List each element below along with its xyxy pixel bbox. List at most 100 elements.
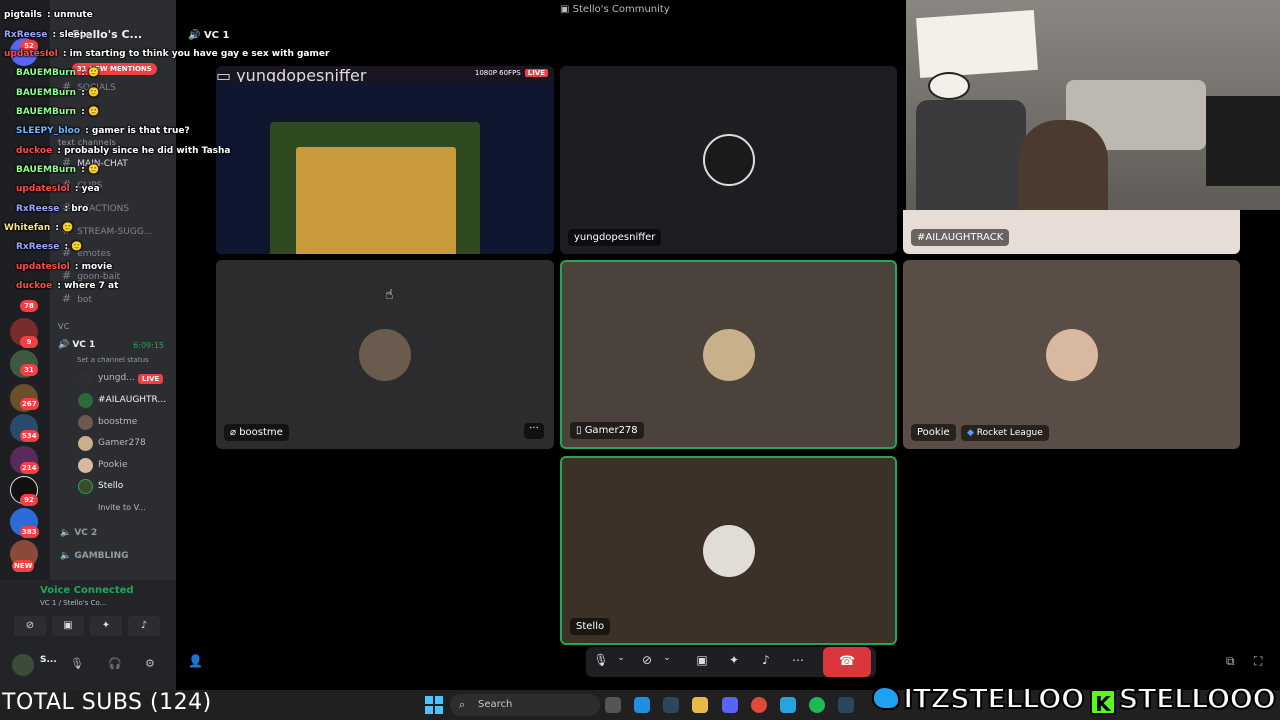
microphone-icon[interactable]: 🎙 (70, 657, 84, 670)
muted-icon: ⌀ (230, 427, 240, 438)
voice-channel-vc2[interactable]: 🔈 VC 2 (60, 528, 97, 538)
participant-tile[interactable]: yungdopesniffer (560, 66, 897, 254)
tile-name: Stello (570, 618, 611, 635)
live-badge: LIVE (524, 69, 548, 77)
stream-tile[interactable]: 1080P 60FPS LIVE ▭ yungdopesniffer (216, 66, 554, 254)
activities-icon[interactable]: ✦ (723, 653, 745, 667)
voice-channel-vc1[interactable]: 🔊 VC 1 6:09:15 (58, 340, 170, 350)
chevron-down-icon[interactable]: ⌄ (656, 653, 678, 663)
invite-to-voice[interactable]: Invite to V... (76, 500, 172, 518)
edge-icon[interactable] (634, 697, 650, 713)
voice-user[interactable]: #AILAUGHTR... (76, 392, 172, 410)
soundboard-button[interactable]: ♪ (128, 616, 160, 636)
tile-name: boostme (239, 427, 283, 438)
emoji-icon: 🙂 (71, 242, 83, 252)
start-button[interactable] (425, 696, 443, 714)
participant-tile[interactable]: ▯ Gamer278 (560, 260, 897, 449)
avatar (78, 393, 93, 408)
camera-icon[interactable]: ⊘ (636, 653, 658, 667)
rail-badge: 267 (20, 398, 39, 410)
participant-tile[interactable]: Pookie ◆ Rocket League (903, 260, 1240, 449)
channel-status[interactable]: Set a channel status (77, 356, 149, 364)
add-user-icon[interactable]: 👤 (188, 654, 203, 668)
rail-badge: 9 (20, 336, 38, 348)
chat-message: updatesIol : movie (16, 262, 113, 272)
voice-channel-gambling[interactable]: 🔈 GAMBLING (60, 551, 129, 561)
avatar (78, 458, 93, 473)
microphone-icon[interactable]: 🎙 (590, 653, 612, 667)
category-vc[interactable]: VC (58, 322, 70, 331)
discord-icon[interactable] (722, 697, 738, 713)
gear-icon[interactable]: ⚙ (145, 657, 155, 670)
chat-message: SLEEPY_bloo : gamer is that true? (16, 126, 190, 136)
voice-user-name: yungd... (98, 373, 135, 383)
voice-user[interactable]: Gamer278 (76, 435, 172, 453)
rail-badge: 534 (20, 430, 39, 442)
chrome-icon[interactable] (751, 697, 767, 713)
more-button[interactable]: ··· (524, 423, 544, 439)
avatar[interactable] (12, 654, 34, 676)
search-icon: ⌕ (459, 698, 466, 711)
chat-message: RxReese : 🙂 (16, 242, 83, 252)
mouse-cursor-icon: ☝ (385, 287, 394, 303)
screen-share-icon[interactable]: ▣ (691, 653, 713, 667)
avatar (1045, 328, 1098, 381)
rail-badge: 92 (20, 494, 38, 506)
telegram-icon[interactable] (780, 697, 796, 713)
hangup-button[interactable]: ☎ (823, 647, 871, 677)
speaker-icon: 🔊 (58, 340, 73, 350)
more-icon[interactable]: ⋯ (787, 653, 809, 667)
chat-user: updatesIol (16, 184, 70, 194)
social-handles-overlay: ITZSTELLOO K STELLOOO (872, 681, 1277, 716)
rocket-league-icon: ◆ (967, 428, 977, 438)
steam-icon[interactable] (663, 697, 679, 713)
soundboard-icon[interactable]: ♪ (755, 653, 777, 667)
avatar (702, 328, 755, 381)
voice-user[interactable]: Stello (76, 478, 172, 496)
avatar (702, 134, 755, 186)
chat-user: SLEEPY_bloo (16, 126, 81, 136)
file-explorer-icon[interactable] (692, 697, 708, 713)
chat-message: updatesIol : im starting to think you ha… (4, 49, 330, 59)
participant-tile[interactable]: Stello (560, 456, 897, 645)
live-badge: LIVE (138, 374, 164, 384)
popout-icon[interactable]: ⧉ (1226, 654, 1235, 669)
start-tile (425, 696, 433, 704)
chevron-down-icon[interactable]: ⌄ (610, 653, 632, 663)
emoji-icon: 🙂 (87, 107, 100, 117)
tile-name: #AILAUGHTRACK (911, 229, 1010, 246)
camera-off-button[interactable]: ⊘ (14, 616, 46, 636)
kick-handle: STELLOOO (1118, 681, 1277, 716)
settings-app-icon[interactable] (605, 697, 621, 713)
rail-badge: NEW (12, 560, 35, 572)
voice-user[interactable]: boostme (76, 414, 172, 432)
steam-icon[interactable] (838, 697, 854, 713)
channel-label: GAMBLING (74, 551, 129, 561)
avatar (702, 524, 755, 577)
voice-user-name: #AILAUGHTR... (98, 395, 167, 405)
voice-user[interactable]: Pookie (76, 457, 172, 475)
spotify-icon[interactable] (809, 697, 825, 713)
participant-tile[interactable]: #AILAUGHTRACK (903, 210, 1240, 254)
chat-user: pigtails (4, 10, 42, 20)
rail-badge: 31 (20, 364, 38, 376)
taskbar-search[interactable]: ⌕ Search (450, 694, 600, 716)
chat-text: bro (71, 204, 89, 214)
fullscreen-icon[interactable]: ⛶ (1254, 654, 1262, 669)
twitter-handle: ITZSTELLOO (902, 681, 1086, 716)
tile-name: Pookie (911, 424, 956, 441)
mobile-icon: ▯ (576, 425, 585, 436)
tile-nameplate: ▯ Gamer278 (570, 422, 644, 439)
stream-content (216, 82, 554, 254)
chat-user: updatesIol (16, 262, 70, 272)
wall-sign (916, 9, 1038, 79)
headphones-icon[interactable]: 🎧 (108, 657, 122, 670)
chat-message: BAUEMBurn : 🙂 (16, 68, 100, 78)
user-name[interactable]: S... (40, 655, 57, 665)
voice-connected-title[interactable]: Voice Connected (40, 585, 134, 596)
voice-connected-subtitle[interactable]: VC 1 / Stello's Co... (40, 599, 106, 607)
screen-share-button[interactable]: ▣ (52, 616, 84, 636)
activities-button[interactable]: ✦ (90, 616, 122, 636)
activity-badge: ◆ Rocket League (961, 425, 1049, 441)
tile-nameplate: ⌀ boostme (224, 424, 289, 441)
